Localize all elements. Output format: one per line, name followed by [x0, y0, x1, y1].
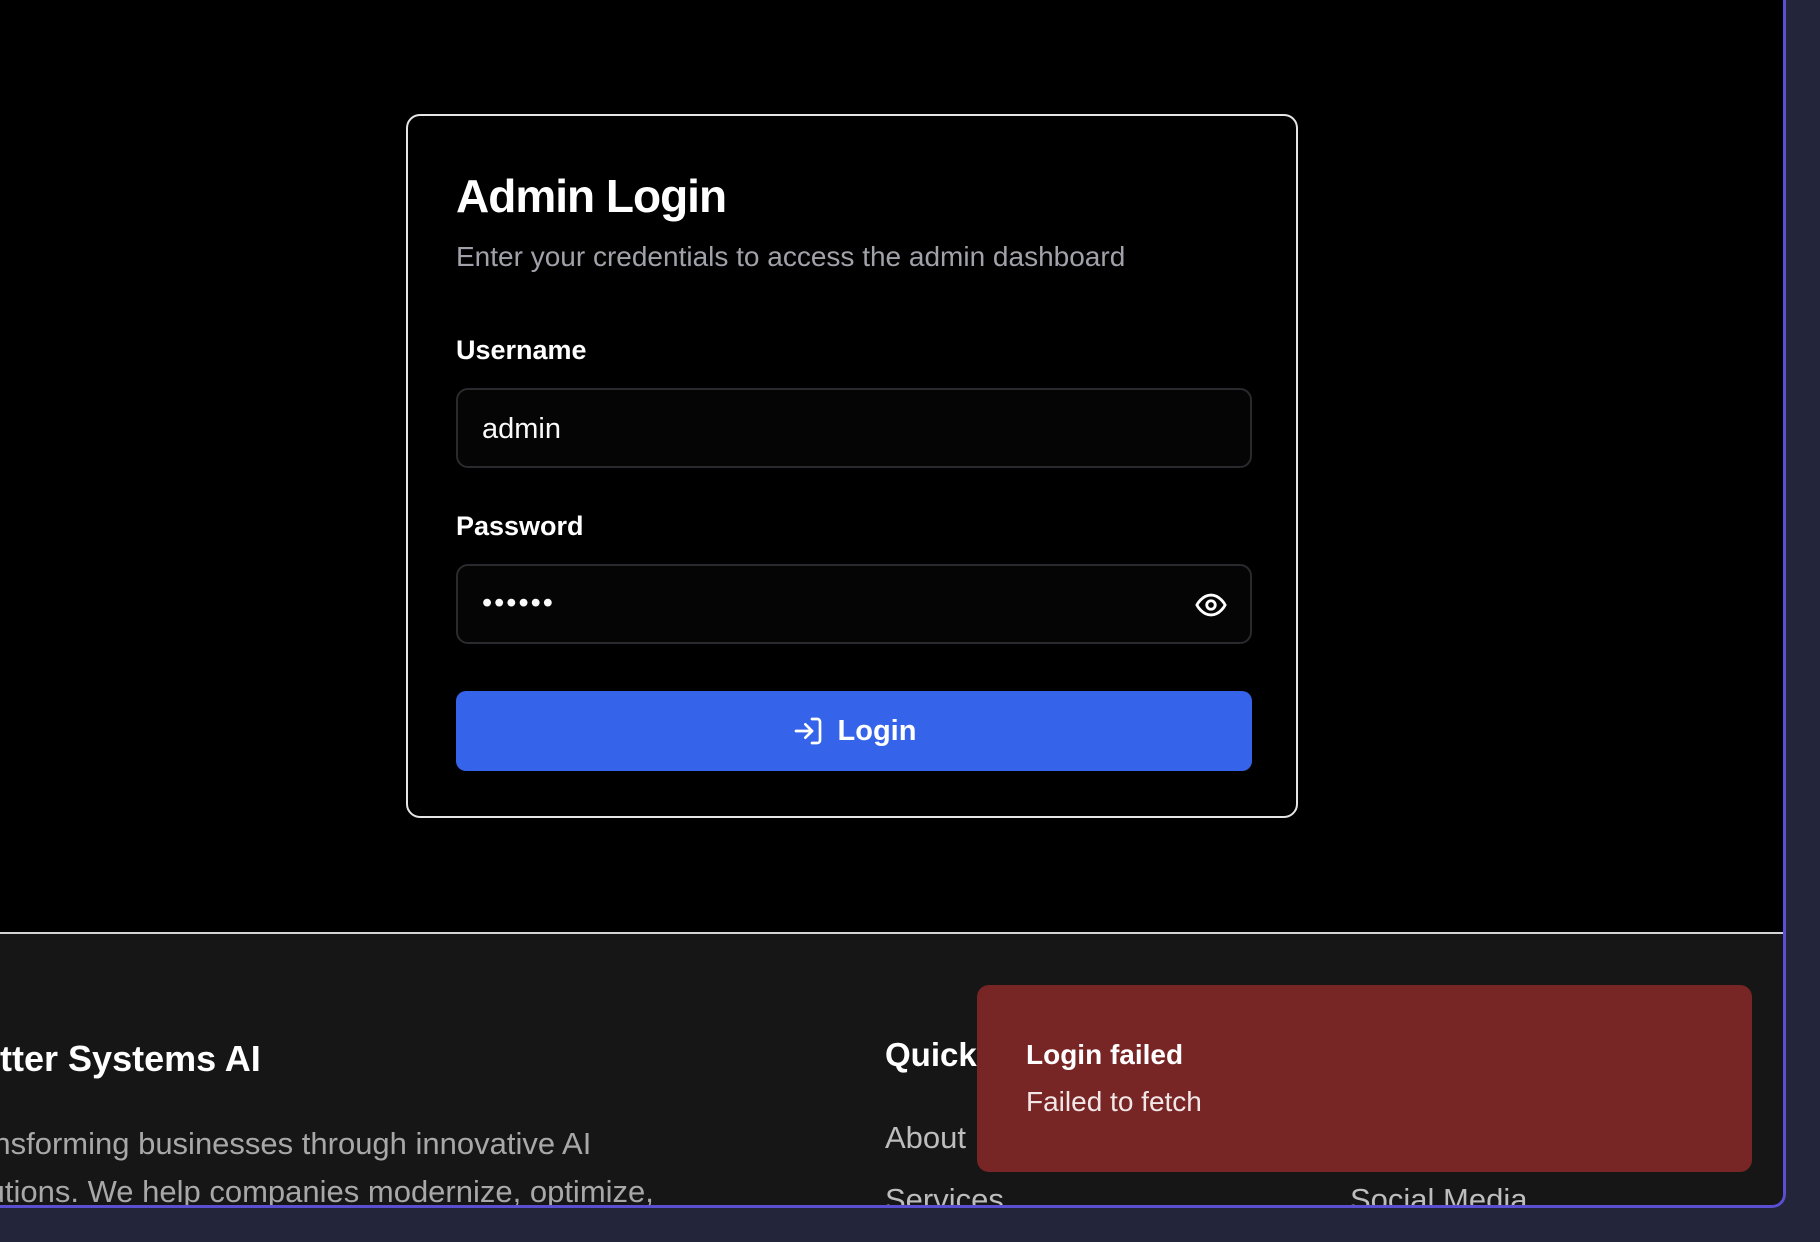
- browser-viewport: Admin Login Enter your credentials to ac…: [0, 0, 1786, 1208]
- toast-message: Failed to fetch: [1026, 1086, 1202, 1117]
- footer-link-services[interactable]: Services: [885, 1182, 1004, 1205]
- footer-description-line: Transforming businesses through innovati…: [0, 1126, 592, 1161]
- password-field[interactable]: ••••••: [456, 564, 1252, 644]
- footer-description-line: solutions. We help companies modernize, …: [0, 1174, 654, 1208]
- toast-title: Login failed: [1026, 1039, 1184, 1070]
- footer-description: Transforming businesses through innovati…: [0, 1120, 654, 1208]
- footer-social-media-heading: Social Media: [1350, 1182, 1528, 1208]
- footer-link-about[interactable]: About: [885, 1120, 966, 1156]
- login-button-label: Login: [837, 714, 917, 747]
- login-subtitle: Enter your credentials to access the adm…: [456, 241, 1126, 272]
- password-value: ••••••: [482, 587, 555, 619]
- error-toast[interactable]: Login failed Failed to fetch: [977, 985, 1752, 1172]
- password-label: Password: [456, 511, 584, 541]
- login-button[interactable]: Login: [456, 691, 1252, 771]
- eye-icon[interactable]: [1194, 588, 1228, 622]
- username-value: admin: [482, 413, 561, 445]
- username-field[interactable]: admin: [456, 388, 1252, 468]
- footer-brand: Better Systems AI: [0, 1038, 261, 1079]
- log-in-icon: [794, 717, 821, 745]
- login-card: Admin Login Enter your credentials to ac…: [406, 114, 1298, 818]
- username-label: Username: [456, 335, 587, 365]
- login-title: Admin Login: [456, 170, 727, 222]
